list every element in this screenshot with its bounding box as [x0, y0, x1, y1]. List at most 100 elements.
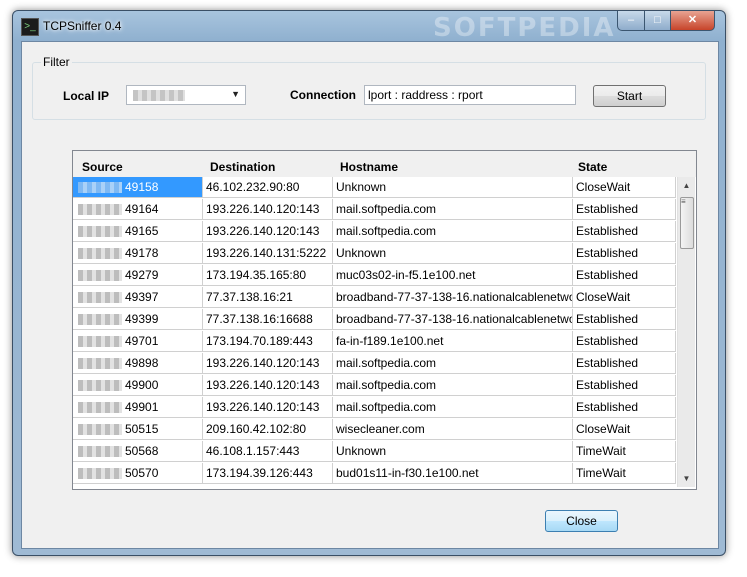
connection-label: Connection [290, 88, 356, 102]
blurred-source-ip [78, 204, 122, 215]
destination-cell: 193.226.140.131:5222 [203, 243, 333, 264]
hostname-cell: Unknown [333, 243, 573, 264]
state-cell: CloseWait [573, 177, 676, 198]
local-ip-label: Local IP [63, 89, 110, 103]
close-button[interactable]: Close [545, 510, 618, 532]
table-row[interactable]: 50570 173.194.39.126:443 bud01s11-in-f30.1… [73, 463, 676, 485]
blurred-source-ip [78, 358, 122, 369]
state-cell: Established [573, 221, 676, 242]
blurred-source-ip [78, 226, 122, 237]
destination-cell: 77.37.138.16:21 [203, 287, 333, 308]
state-cell: CloseWait [573, 419, 676, 440]
blurred-source-ip [78, 292, 122, 303]
softpedia-watermark: SOFTPEDIA [433, 13, 616, 43]
state-cell: Established [573, 309, 676, 330]
destination-cell: 193.226.140.120:143 [203, 221, 333, 242]
window-close-button[interactable]: ✕ [670, 11, 715, 31]
maximize-button[interactable]: □ [644, 11, 671, 31]
destination-cell: 193.226.140.120:143 [203, 397, 333, 418]
hostname-cell: muc03s02-in-f5.1e100.net [333, 265, 573, 286]
destination-cell: 173.194.70.189:443 [203, 331, 333, 352]
table-row[interactable]: 49900 193.226.140.120:143 mail.softpedia.c… [73, 375, 676, 397]
state-cell: CloseWait [573, 287, 676, 308]
table-row[interactable]: 49701 173.194.70.189:443 fa-in-f189.1e100.… [73, 331, 676, 353]
column-header-destination[interactable]: Destination [210, 160, 275, 174]
dropdown-arrow-icon: ▼ [231, 89, 240, 99]
hostname-cell: broadband-77-37-138-16.nationalcablenetw… [333, 287, 573, 308]
table-row[interactable]: 50568 46.108.1.157:443 Unknown TimeWait [73, 441, 676, 463]
local-ip-dropdown[interactable]: ▼ [126, 85, 246, 105]
state-cell: Established [573, 353, 676, 374]
main-window: >_ TCPSniffer 0.4 SOFTPEDIA – □ ✕ Filter… [12, 10, 726, 556]
client-area: Filter Local IP ▼ Connection Start Sourc… [21, 41, 719, 549]
blurred-source-ip [78, 446, 122, 457]
destination-cell: 77.37.138.16:16688 [203, 309, 333, 330]
column-header-state[interactable]: State [578, 160, 607, 174]
column-header-source[interactable]: Source [82, 160, 123, 174]
window-title: TCPSniffer 0.4 [43, 19, 122, 33]
hostname-cell: mail.softpedia.com [333, 375, 573, 396]
blurred-source-ip [78, 424, 122, 435]
blurred-source-ip [78, 380, 122, 391]
blurred-source-ip [78, 336, 122, 347]
destination-cell: 46.102.232.90:80 [203, 177, 333, 198]
hostname-cell: fa-in-f189.1e100.net [333, 331, 573, 352]
destination-cell: 193.226.140.120:143 [203, 353, 333, 374]
filter-group: Filter Local IP ▼ Connection Start [32, 55, 706, 120]
blurred-source-ip [78, 314, 122, 325]
state-cell: Established [573, 375, 676, 396]
hostname-cell: Unknown [333, 441, 573, 462]
hostname-cell: Unknown [333, 177, 573, 198]
title-bar[interactable]: >_ TCPSniffer 0.4 SOFTPEDIA – □ ✕ [13, 11, 725, 43]
table-row[interactable]: 49399 77.37.138.16:16688 broadband-77-37-1… [73, 309, 676, 331]
table-body: 49158 46.102.232.90:80 Unknown CloseWait 491… [73, 177, 676, 485]
scroll-up-icon[interactable]: ▲ [678, 177, 695, 194]
table-row[interactable]: 49165 193.226.140.120:143 mail.softpedia.c… [73, 221, 676, 243]
table-row[interactable]: 49898 193.226.140.120:143 mail.softpedia.c… [73, 353, 676, 375]
start-button[interactable]: Start [593, 85, 666, 107]
destination-cell: 193.226.140.120:143 [203, 199, 333, 220]
destination-cell: 173.194.35.165:80 [203, 265, 333, 286]
connection-input[interactable] [364, 85, 576, 105]
state-cell: Established [573, 243, 676, 264]
table-row[interactable]: 49158 46.102.232.90:80 Unknown CloseWait [73, 177, 676, 199]
blurred-source-ip [78, 270, 122, 281]
connections-table: Source Destination Hostname State 49158 4… [72, 150, 697, 490]
state-cell: TimeWait [573, 441, 676, 462]
hostname-cell: mail.softpedia.com [333, 397, 573, 418]
table-row[interactable]: 49178 193.226.140.131:5222 Unknown Establis… [73, 243, 676, 265]
hostname-cell: mail.softpedia.com [333, 199, 573, 220]
local-ip-value [133, 90, 185, 101]
state-cell: Established [573, 265, 676, 286]
hostname-cell: bud01s11-in-f30.1e100.net [333, 463, 573, 484]
column-header-hostname[interactable]: Hostname [340, 160, 398, 174]
hostname-cell: mail.softpedia.com [333, 353, 573, 374]
table-row[interactable]: 50515 209.160.42.102:80 wisecleaner.com Clo… [73, 419, 676, 441]
destination-cell: 46.108.1.157:443 [203, 441, 333, 462]
hostname-cell: broadband-77-37-138-16.nationalcablenetw… [333, 309, 573, 330]
scroll-down-icon[interactable]: ▼ [678, 470, 695, 487]
state-cell: TimeWait [573, 463, 676, 484]
destination-cell: 193.226.140.120:143 [203, 375, 333, 396]
table-row[interactable]: 49164 193.226.140.120:143 mail.softpedia.c… [73, 199, 676, 221]
grip-icon: ≡ [681, 197, 686, 206]
state-cell: Established [573, 397, 676, 418]
destination-cell: 173.194.39.126:443 [203, 463, 333, 484]
state-cell: Established [573, 331, 676, 352]
minimize-button[interactable]: – [617, 11, 645, 31]
filter-group-label: Filter [41, 55, 72, 69]
blurred-source-ip [78, 402, 122, 413]
table-row[interactable]: 49901 193.226.140.120:143 mail.softpedia.c… [73, 397, 676, 419]
terminal-app-icon: >_ [21, 18, 39, 36]
blurred-source-ip [78, 248, 122, 259]
blurred-source-ip [78, 182, 122, 193]
table-row[interactable]: 49397 77.37.138.16:21 broadband-77-37-138-… [73, 287, 676, 309]
vertical-scrollbar[interactable]: ▲ ≡ ▼ [677, 177, 695, 487]
destination-cell: 209.160.42.102:80 [203, 419, 333, 440]
table-row[interactable]: 49279 173.194.35.165:80 muc03s02-in-f5.1e1… [73, 265, 676, 287]
hostname-cell: mail.softpedia.com [333, 221, 573, 242]
state-cell: Established [573, 199, 676, 220]
hostname-cell: wisecleaner.com [333, 419, 573, 440]
table-header: Source Destination Hostname State [73, 151, 696, 177]
blurred-source-ip [78, 468, 122, 479]
